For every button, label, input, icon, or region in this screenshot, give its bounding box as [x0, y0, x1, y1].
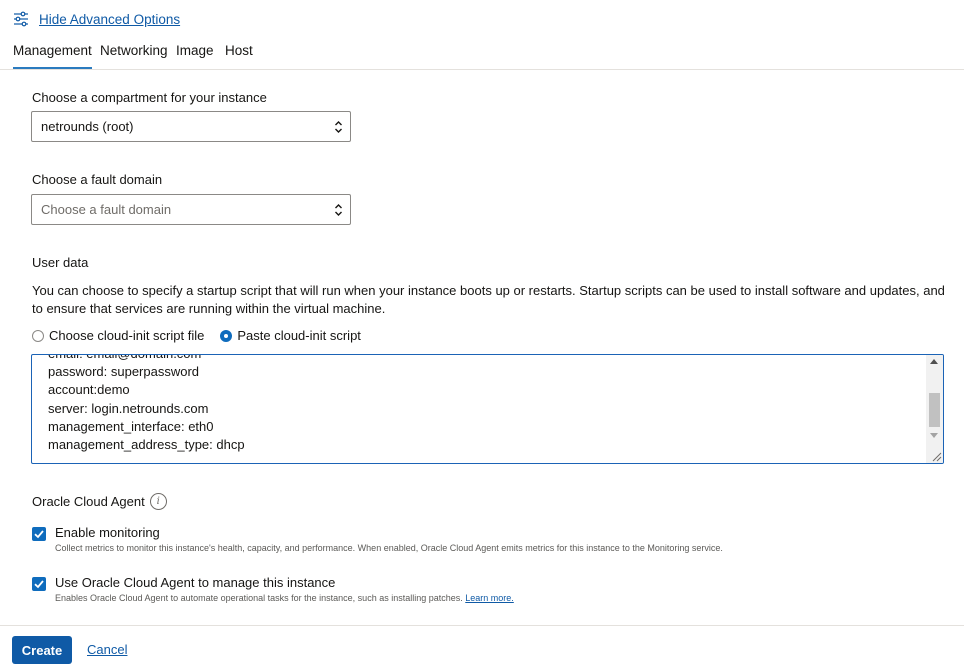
chevron-updown-icon [335, 121, 342, 133]
script-line: password: superpassword [48, 364, 200, 380]
sliders-icon [13, 11, 29, 27]
manage-instance-description: Enables Oracle Cloud Agent to automate o… [55, 593, 463, 603]
script-line: account:demo [48, 382, 130, 398]
checkmark-icon [34, 530, 44, 539]
resize-grip-icon[interactable] [931, 451, 942, 462]
advanced-tabs: Management Networking Image Host [0, 40, 964, 70]
manage-instance-description-wrap: Enables Oracle Cloud Agent to automate o… [55, 593, 514, 603]
scrollbar-thumb[interactable] [929, 393, 940, 427]
script-line: management_interface: eth0 [48, 418, 214, 434]
tab-host[interactable]: Host [225, 43, 253, 67]
compartment-value: netrounds (root) [41, 119, 134, 134]
oracle-cloud-agent-heading: Oracle Cloud Agent i [32, 493, 167, 510]
scroll-up-arrow-icon[interactable] [930, 359, 938, 364]
script-line: server: login.netrounds.com [48, 400, 209, 416]
learn-more-link[interactable]: Learn more. [465, 593, 514, 603]
enable-monitoring-label[interactable]: Enable monitoring [55, 525, 160, 540]
fault-domain-placeholder: Choose a fault domain [41, 202, 172, 217]
info-icon[interactable]: i [149, 493, 167, 510]
hide-advanced-options-link[interactable]: Hide Advanced Options [39, 12, 180, 27]
script-source-radio-group: Choose cloud-init script file Paste clou… [32, 328, 361, 343]
script-line: management_address_type: dhcp [48, 437, 245, 453]
tab-image[interactable]: Image [176, 43, 214, 67]
chevron-updown-icon [335, 204, 342, 216]
radio-choose-script-file-label[interactable]: Choose cloud-init script file [49, 328, 204, 343]
enable-monitoring-checkbox[interactable] [32, 527, 46, 541]
scroll-down-arrow-icon[interactable] [930, 433, 938, 438]
footer-bar: Create Cancel [0, 625, 964, 672]
textarea-scrollbar[interactable] [926, 355, 943, 463]
script-content: email: email@domain.com password: superp… [48, 355, 245, 454]
tab-networking[interactable]: Networking [100, 43, 168, 67]
enable-monitoring-description: Collect metrics to monitor this instance… [55, 543, 723, 553]
checkmark-icon [34, 580, 44, 589]
oracle-cloud-agent-title: Oracle Cloud Agent [32, 494, 145, 509]
radio-paste-script[interactable] [220, 329, 233, 342]
radio-paste-script-label[interactable]: Paste cloud-init script [237, 328, 361, 343]
create-button[interactable]: Create [12, 636, 72, 664]
fault-domain-label: Choose a fault domain [32, 172, 163, 187]
compartment-label: Choose a compartment for your instance [32, 90, 267, 105]
user-data-description: You can choose to specify a startup scri… [32, 283, 945, 316]
manage-instance-label[interactable]: Use Oracle Cloud Agent to manage this in… [55, 575, 335, 590]
script-line: email: email@domain.com [48, 355, 245, 363]
user-data-label: User data [32, 255, 89, 270]
fault-domain-select[interactable]: Choose a fault domain [31, 194, 351, 225]
cloud-init-script-textarea[interactable]: email: email@domain.com password: superp… [31, 354, 944, 464]
tab-management[interactable]: Management [13, 43, 92, 69]
compartment-select[interactable]: netrounds (root) [31, 111, 351, 142]
cancel-link[interactable]: Cancel [87, 642, 127, 657]
manage-instance-checkbox[interactable] [32, 577, 46, 591]
advanced-options-toggle[interactable]: Hide Advanced Options [13, 11, 180, 27]
radio-choose-script-file[interactable] [32, 329, 44, 342]
